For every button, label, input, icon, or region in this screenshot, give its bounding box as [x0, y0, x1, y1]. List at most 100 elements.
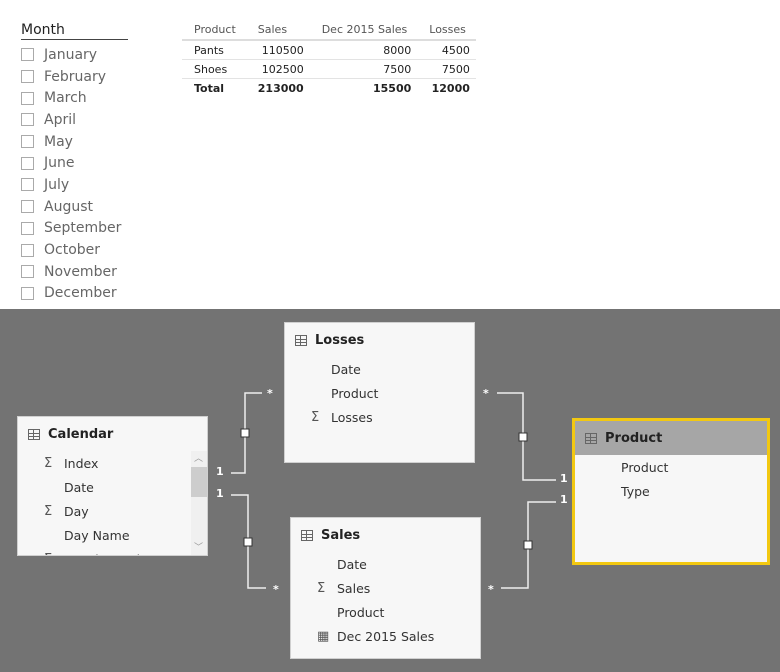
field-item[interactable]: Date — [291, 552, 480, 576]
checkbox[interactable] — [21, 113, 34, 127]
checkbox[interactable] — [21, 178, 34, 192]
slicer-item-february[interactable]: February — [21, 66, 128, 88]
slicer-item-may[interactable]: May — [21, 131, 128, 153]
slicer-item-september[interactable]: September — [21, 218, 128, 240]
table-cell: 4500 — [417, 40, 476, 60]
field-item[interactable]: ΣMonth Number — [18, 547, 207, 556]
field-name: Product — [621, 459, 669, 475]
field-item[interactable]: Product — [575, 455, 767, 479]
slicer-item-june[interactable]: June — [21, 152, 128, 174]
field-item[interactable]: ▦ Dec 2015 Sales — [291, 624, 480, 648]
table-card-product[interactable]: Product Product Type — [572, 418, 770, 565]
column-header[interactable]: Dec 2015 Sales — [309, 22, 418, 41]
month-label: June — [44, 155, 75, 172]
month-label: October — [44, 242, 101, 259]
slicer-item-december[interactable]: December — [21, 283, 128, 305]
table-card-header[interactable]: Losses — [285, 323, 474, 357]
table-cell: Pants — [182, 40, 246, 60]
table-cell: Shoes — [182, 59, 246, 79]
table-card-header[interactable]: Calendar — [18, 417, 207, 451]
field-name: Index — [64, 455, 99, 471]
table-icon — [295, 334, 307, 346]
slicer-item-july[interactable]: July — [21, 174, 128, 196]
checkbox[interactable] — [21, 156, 34, 170]
cardinality-one: 1 — [216, 465, 224, 478]
cardinality-many: * — [488, 583, 494, 596]
field-name: Product — [337, 604, 385, 620]
field-item[interactable]: Σ Sales — [291, 576, 480, 600]
sigma-icon: Σ — [44, 455, 53, 471]
field-item[interactable]: Σ Day — [18, 499, 207, 523]
month-label: December — [44, 285, 117, 302]
month-label: September — [44, 220, 122, 237]
month-label: May — [44, 133, 73, 150]
field-name: Date — [331, 361, 361, 377]
field-name: Date — [64, 479, 94, 495]
model-canvas: 1 1 * * * * 1 1 Calendar Σ Index Date Σ Day Da… — [0, 309, 780, 672]
table-cell: 7500 — [309, 59, 418, 79]
checkbox[interactable] — [21, 135, 34, 149]
field-item[interactable]: Type — [575, 479, 767, 503]
month-label: August — [44, 198, 93, 215]
checkbox[interactable] — [21, 70, 34, 84]
table-card-sales[interactable]: Sales Date Σ Sales Product ▦ Dec 2015 Sales — [290, 517, 481, 659]
sigma-icon: Σ — [311, 409, 320, 425]
field-item[interactable]: Date — [18, 475, 207, 499]
field-item[interactable]: Σ Index — [18, 451, 207, 475]
table-card-header[interactable]: Sales — [291, 518, 480, 552]
slicer-title: Month — [21, 22, 128, 40]
field-item[interactable]: Product — [291, 600, 480, 624]
table-cell: 7500 — [417, 59, 476, 79]
field-item[interactable]: Σ Losses — [285, 405, 474, 429]
field-item[interactable]: Day Name — [18, 523, 207, 547]
total-row: Total 213000 15500 12000 — [182, 78, 476, 97]
checkbox[interactable] — [21, 200, 34, 214]
checkbox[interactable] — [21, 286, 34, 300]
field-name: Dec 2015 Sales — [337, 628, 435, 644]
month-label: January — [44, 46, 98, 63]
table-cell: 102500 — [245, 59, 310, 79]
table-title: Losses — [315, 332, 365, 348]
filter-direction-icon — [523, 540, 533, 550]
table-title: Sales — [321, 527, 361, 543]
column-header[interactable]: Losses — [417, 22, 476, 41]
month-slicer: Month January February March April May June Ju… — [21, 22, 128, 304]
total-cell: 213000 — [245, 78, 310, 97]
table-card-header[interactable]: Product — [575, 421, 767, 455]
field-item[interactable]: Date — [285, 357, 474, 381]
table-card-losses[interactable]: Losses Date Product Σ Losses — [284, 322, 475, 463]
checkbox[interactable] — [21, 91, 34, 105]
field-name: Day Name — [64, 527, 130, 543]
slicer-item-october[interactable]: October — [21, 239, 128, 261]
filter-direction-icon — [240, 428, 250, 438]
table-card-calendar[interactable]: Calendar Σ Index Date ΣDay Day Name ΣMonth Num… — [17, 416, 208, 556]
slicer-item-april[interactable]: April — [21, 109, 128, 131]
slicer-item-november[interactable]: November — [21, 261, 128, 283]
cardinality-one: 1 — [216, 487, 224, 500]
checkbox[interactable] — [21, 265, 34, 279]
filter-direction-icon — [243, 537, 253, 547]
table-title: Calendar — [48, 426, 114, 442]
table-row: Shoes 102500 7500 7500 — [182, 59, 476, 79]
data-table: Product Sales Dec 2015 Sales Losses Pants 11… — [182, 22, 476, 97]
sigma-icon: Σ — [44, 503, 53, 519]
cardinality-many: * — [483, 387, 489, 400]
field-name: Type — [621, 483, 650, 499]
column-header[interactable]: Sales — [245, 22, 310, 41]
slicer-item-march[interactable]: March — [21, 87, 128, 109]
month-label: February — [44, 68, 107, 85]
field-item[interactable]: Product — [285, 381, 474, 405]
checkbox[interactable] — [21, 243, 34, 257]
total-cell: 12000 — [417, 78, 476, 97]
column-header[interactable]: Product — [182, 22, 246, 41]
table-icon — [28, 428, 40, 440]
month-label: March — [44, 90, 87, 107]
scrollbar[interactable]: ︿ ﹀ — [191, 451, 207, 555]
month-label: November — [44, 263, 117, 280]
slicer-item-august[interactable]: August — [21, 196, 128, 218]
table-cell: 8000 — [309, 40, 418, 60]
field-name: Product — [331, 385, 379, 401]
checkbox[interactable] — [21, 48, 34, 62]
slicer-item-january[interactable]: January — [21, 44, 128, 66]
checkbox[interactable] — [21, 221, 34, 235]
